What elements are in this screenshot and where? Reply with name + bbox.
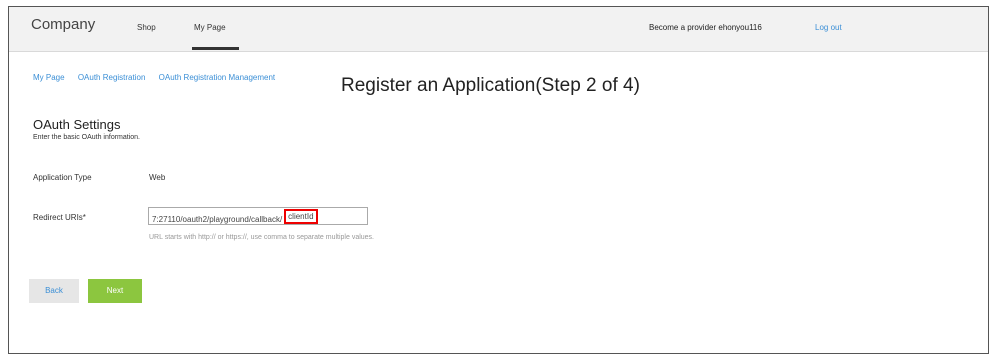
redirect-uris-help-text: URL starts with http:// or https://, use… — [149, 234, 375, 241]
section-title: OAuth Settings — [33, 117, 121, 132]
client-id-highlight: clientId — [284, 209, 318, 224]
redirect-uris-label: Redirect URIs* — [33, 213, 86, 222]
nav-my-page[interactable]: My Page — [194, 23, 226, 32]
breadcrumb-oauth-registration[interactable]: OAuth Registration — [78, 73, 146, 82]
section-subtitle: Enter the basic OAuth information. — [33, 134, 140, 141]
browser-window: Company Shop My Page Become a provider e… — [8, 6, 989, 354]
application-type-label: Application Type — [33, 173, 92, 182]
next-button[interactable]: Next — [88, 279, 142, 303]
active-nav-indicator — [192, 47, 239, 50]
breadcrumb-my-page[interactable]: My Page — [33, 73, 65, 82]
back-button[interactable]: Back — [29, 279, 79, 303]
provider-user-text: Become a provider ehonyou116 — [649, 23, 762, 32]
redirect-uris-input[interactable]: 7:27110/oauth2/playground/callback/clien… — [148, 207, 368, 225]
page-title: Register an Application(Step 2 of 4) — [341, 75, 640, 96]
top-navigation-bar: Company Shop My Page Become a provider e… — [9, 7, 988, 52]
logout-link[interactable]: Log out — [815, 23, 842, 32]
brand-logo[interactable]: Company — [31, 16, 95, 33]
application-type-value: Web — [149, 173, 166, 182]
redirect-uri-text: 7:27110/oauth2/playground/callback/ — [152, 215, 283, 224]
breadcrumb: My Page OAuth Registration OAuth Registr… — [33, 73, 286, 82]
breadcrumb-oauth-registration-management[interactable]: OAuth Registration Management — [159, 73, 276, 82]
nav-shop[interactable]: Shop — [137, 23, 156, 32]
